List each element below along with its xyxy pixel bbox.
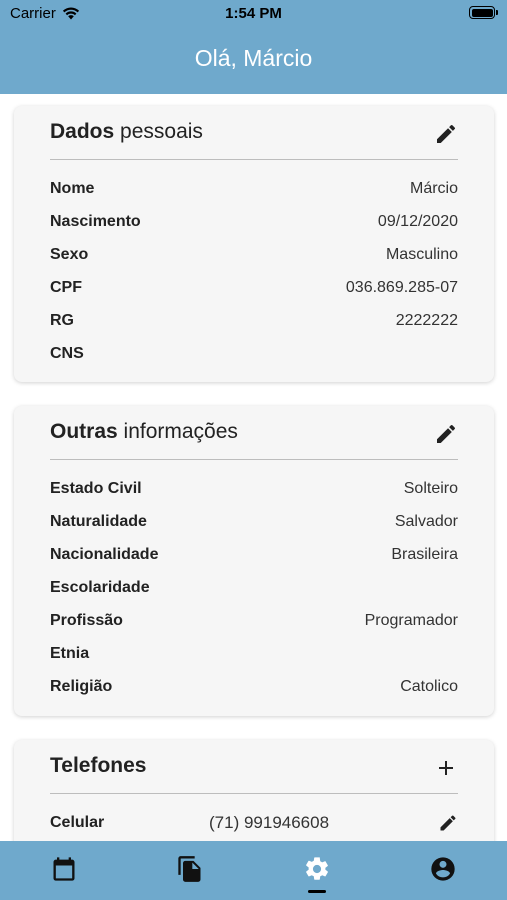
row-value: Masculino — [385, 246, 458, 263]
phone-label: Celular — [50, 814, 105, 831]
row-value: 2222222 — [395, 312, 458, 329]
other-info-card: Outras informações Estado Civil Solteiro… — [14, 406, 494, 716]
info-row-naturalidade: Naturalidade Salvador — [50, 510, 458, 534]
phones-title: Telefones — [50, 754, 147, 777]
nav-calendar[interactable] — [50, 855, 78, 883]
info-row-sexo: Sexo Masculino — [50, 243, 458, 267]
battery-icon — [469, 6, 498, 19]
info-row-rg: RG 2222222 — [50, 309, 458, 333]
nav-documents[interactable] — [176, 855, 204, 883]
row-value: Programador — [364, 612, 458, 629]
divider — [50, 159, 458, 160]
row-label: Religião — [50, 678, 113, 695]
plus-icon[interactable] — [434, 756, 458, 780]
row-label: CPF — [50, 279, 82, 296]
row-label: Nome — [50, 180, 95, 197]
row-label: Profissão — [50, 612, 123, 629]
main-content[interactable]: Dados pessoais Nome Márcio Nascimento 09… — [0, 94, 507, 841]
phone-row: Celular (71) 991946608 — [50, 811, 458, 835]
row-label: CNS — [50, 345, 84, 362]
info-row-estado-civil: Estado Civil Solteiro — [50, 477, 458, 501]
calendar-icon — [53, 857, 75, 881]
status-bar: Carrier 1:54 PM — [0, 0, 507, 28]
account-icon — [431, 857, 455, 881]
row-value: Catolico — [400, 678, 458, 695]
personal-data-card: Dados pessoais Nome Márcio Nascimento 09… — [14, 106, 494, 382]
personal-title-bold: Dados — [50, 120, 115, 143]
row-label: Nascimento — [50, 213, 141, 230]
row-label: Etnia — [50, 645, 90, 662]
info-row-etnia: Etnia — [50, 642, 458, 666]
row-value: Márcio — [409, 180, 458, 197]
pencil-icon[interactable] — [438, 813, 458, 833]
row-value: Brasileira — [391, 546, 458, 563]
nav-settings[interactable] — [303, 855, 331, 883]
divider — [50, 459, 458, 460]
pencil-icon[interactable] — [434, 122, 458, 146]
info-row-escolaridade: Escolaridade — [50, 576, 458, 600]
row-label: Nacionalidade — [50, 546, 159, 563]
other-title-light: informações — [123, 420, 238, 443]
app-header: Carrier 1:54 PM Olá, Márcio — [0, 0, 507, 94]
row-label: Escolaridade — [50, 579, 150, 596]
row-label: Naturalidade — [50, 513, 147, 530]
info-row-cns: CNS — [50, 342, 458, 366]
info-row-cpf: CPF 036.869.285-07 — [50, 276, 458, 300]
nav-account[interactable] — [429, 855, 457, 883]
row-label: Estado Civil — [50, 480, 142, 497]
personal-title-light: pessoais — [120, 120, 203, 143]
documents-icon — [178, 856, 201, 882]
info-row-nascimento: Nascimento 09/12/2020 — [50, 210, 458, 234]
row-value: 036.869.285-07 — [345, 279, 458, 296]
phones-card: Telefones Celular (71) 991946608 — [14, 740, 494, 841]
info-row-nome: Nome Márcio — [50, 177, 458, 201]
row-value: Solteiro — [403, 480, 458, 497]
info-row-religiao: Religião Catolico — [50, 675, 458, 699]
phone-number: (71) 991946608 — [209, 813, 330, 832]
row-label: Sexo — [50, 246, 89, 263]
row-label: RG — [50, 312, 74, 329]
active-tab-indicator — [308, 890, 326, 893]
other-title-bold: Outras — [50, 420, 118, 443]
personal-data-title: Dados pessoais — [50, 120, 203, 144]
page-title: Olá, Márcio — [194, 45, 313, 71]
other-info-title: Outras informações — [50, 420, 238, 444]
settings-icon — [306, 857, 328, 880]
divider — [50, 793, 458, 794]
row-value: 09/12/2020 — [377, 213, 458, 230]
status-time: 1:54 PM — [225, 5, 282, 22]
info-row-profissao: Profissão Programador — [50, 609, 458, 633]
pencil-icon[interactable] — [434, 422, 458, 446]
row-value: Salvador — [394, 513, 458, 530]
bottom-nav — [0, 841, 507, 900]
info-row-nacionalidade: Nacionalidade Brasileira — [50, 543, 458, 567]
